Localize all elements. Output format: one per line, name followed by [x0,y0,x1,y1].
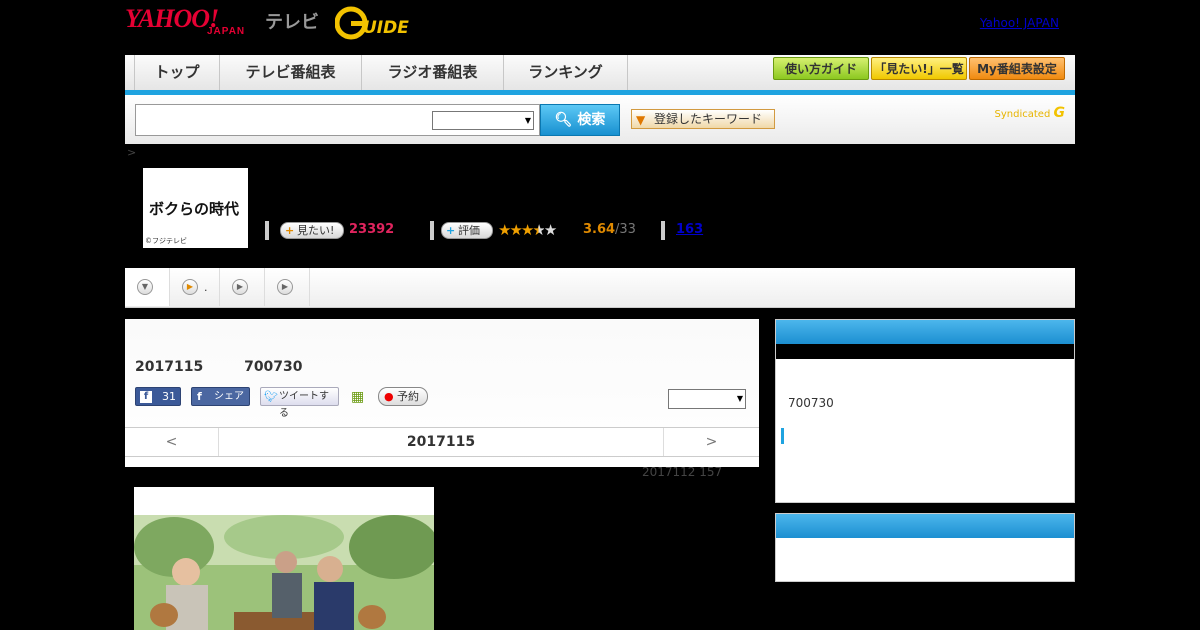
plus-icon: + [285,224,295,237]
sidebar-panel-2-header [776,514,1074,538]
facebook-icon: f [197,390,202,403]
tab-tv-schedule[interactable]: テレビ番組表 [220,55,362,90]
play-icon: ▶ [277,279,293,295]
thumbnail-copyright: ©フジテレビ [145,237,187,245]
rating-count: /33 [615,222,636,237]
site-header: YAHOO! JAPAN テレビ UIDE Yahoo! JAPAN [125,0,1075,50]
mitai-list-button[interactable]: 「見たい!」一覧 [871,57,967,80]
tv-label: テレビ [265,12,319,33]
facebook-share-button[interactable]: f シェア [191,387,250,406]
tab-overview[interactable]: ▼ [125,268,170,306]
pager-next-button[interactable]: > [663,428,759,456]
review-count-link[interactable]: 163 [676,222,703,240]
nav-edge [125,55,135,90]
search-button[interactable]: 🔍︎ 検索 [540,104,620,136]
gguide-logo[interactable]: UIDE [335,6,431,40]
pager-prev-button[interactable]: < [125,428,219,456]
mitai-button[interactable]: + 見たい! [280,222,344,239]
keyword-button-label: 登録したキーワード [654,112,763,126]
sidebar-panel: 700730 [775,319,1075,503]
tab-radio-schedule[interactable]: ラジオ番組表 [362,55,504,90]
svg-text:UIDE: UIDE [363,18,409,38]
facebook-like-button[interactable]: f 31 [135,387,181,406]
twitter-bird-icon: 🐦︎ [264,390,278,403]
calendar-add-icon[interactable]: ▦ [351,389,364,405]
rating-stars: ★★★★★ [498,221,558,239]
record-dot-icon: ● [384,390,394,403]
episode-date: 2017115 [135,359,204,375]
keyword-button[interactable]: ▼ 登録したキーワード [631,109,775,129]
program-tabs: ▼ ▶ . ▶ ▶ [125,268,1075,308]
search-category-select[interactable]: ▼ [432,111,534,130]
reserve-button[interactable]: ● 予約 [378,387,428,406]
episode-meta: 2017112 157 [642,465,723,479]
program-title-image: ボクらの時代 [149,200,240,218]
rate-button-label: 評価 [458,224,480,237]
episode-panel: 2017115 700730 f 31 f シェア 🐦︎ ツイートする ▦ ● … [125,319,759,467]
search-button-label: 検索 [577,112,606,128]
mitai-count: 23392 [349,222,395,237]
divider [265,221,269,240]
chevron-down-icon: ▼ [137,279,153,295]
sidebar-panel-2 [775,513,1075,582]
tab-ranking[interactable]: ランキング [504,55,628,90]
star-icon: ★ [509,221,523,239]
episode-time: 700730 [244,359,303,375]
rate-button[interactable]: + 評価 [441,222,493,239]
sidebar-panel-band [776,344,1074,359]
guide-button[interactable]: 使い方ガイド [773,57,869,80]
breadcrumb[interactable]: > [127,146,136,159]
reserve-label: 予約 [397,390,419,403]
episode-datetime: 2017115 700730 [135,359,303,375]
search-icon: 🔍︎ [554,112,573,128]
main-nav: トップ テレビ番組表 ラジオ番組表 ランキング 使い方ガイド 「見たい!」一覧 … [125,55,1075,95]
tab-top[interactable]: トップ [135,55,220,90]
star-half-icon: ★ [532,221,546,239]
sidebar-time: 700730 [788,396,834,410]
mitai-button-label: 見たい! [297,224,335,237]
tab-episodes[interactable]: ▶ . [170,268,220,306]
tab-reviews[interactable]: ▶ [220,268,265,306]
plus-icon: + [446,224,456,237]
yahoo-japan-label: JAPAN [207,26,246,37]
episode-photo [134,487,434,630]
chevron-down-icon: ▼ [736,394,743,403]
sidebar-marker [781,428,784,444]
facebook-share-label: シェア [214,391,244,402]
episode-select[interactable]: ▼ [668,389,746,409]
pager-date: 2017115 [406,434,476,450]
play-icon: ▶ [182,279,198,295]
facebook-like-count: 31 [162,390,176,403]
tab-episodes-label: . [204,281,208,294]
facebook-icon: f [140,391,152,403]
syndicated-gguide-logo: Syndicated G [995,105,1065,121]
sidebar-panel-header [776,320,1074,344]
star-empty-icon: ★ [543,221,558,239]
syndicated-label: Syndicated [994,109,1051,120]
search-bar: ▼ 🔍︎ 検索 ▼ 登録したキーワード Syndicated G [125,95,1075,144]
my-schedule-button[interactable]: My番組表設定 [969,57,1065,80]
rating-value: 3.64 [583,222,616,237]
divider [430,221,434,240]
chevron-down-icon: ▼ [524,116,531,125]
episode-photo-image [134,487,434,630]
tweet-label: ツイートする [279,391,329,419]
star-icon: ★ [498,221,512,239]
tweet-button[interactable]: 🐦︎ ツイートする [260,387,339,419]
tab-cast[interactable]: ▶ [265,268,310,306]
yahoo-japan-link[interactable]: Yahoo! JAPAN [980,16,1059,30]
episode-pager: < 2017115 > [125,427,759,457]
gguide-small-logo: G [1053,105,1066,121]
triangle-down-icon: ▼ [636,113,646,127]
divider [661,221,665,240]
play-icon: ▶ [232,279,248,295]
star-icon: ★ [520,221,535,239]
yahoo-logo[interactable]: YAHOO! [125,6,219,32]
program-thumbnail: ボクらの時代 ©フジテレビ [143,168,248,248]
